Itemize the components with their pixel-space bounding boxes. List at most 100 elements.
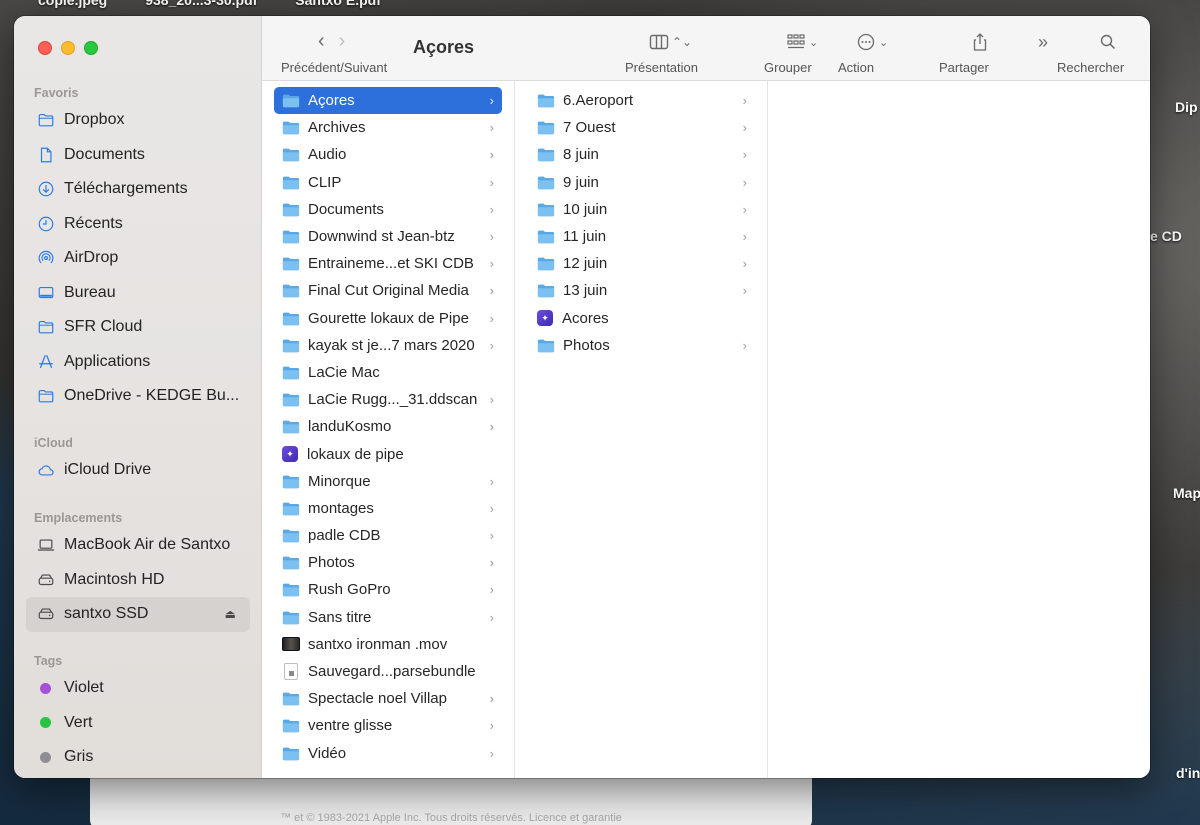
sidebar-item-airdrop[interactable]: AirDrop (14, 241, 262, 276)
eject-icon[interactable]: ⏏ (225, 607, 236, 621)
list-item[interactable]: LaCie Mac (274, 359, 502, 386)
sidebar-item-icloud-drive[interactable]: iCloud Drive (14, 453, 262, 488)
list-item[interactable]: Documents › (274, 196, 502, 223)
folder-icon (537, 202, 555, 217)
back-icon[interactable]: ‹ (318, 30, 325, 53)
sidebar-item-label: Récents (64, 214, 123, 232)
tag-color-dot-icon (40, 717, 51, 729)
desktop-file-label[interactable]: e CD (1150, 228, 1182, 244)
list-item-label: 12 juin (563, 255, 608, 273)
sidebar-item-label: iCloud Drive (64, 461, 152, 479)
chevron-right-icon: › (489, 691, 494, 707)
forward-icon[interactable]: › (339, 30, 346, 53)
desktop-file-label[interactable]: Map (1173, 485, 1200, 501)
folder-icon (282, 718, 300, 733)
folder-icon (282, 365, 300, 380)
column-3[interactable] (768, 81, 1150, 778)
list-item[interactable]: Minorque › (274, 468, 502, 495)
list-item[interactable]: CLIP › (274, 169, 502, 196)
search-button[interactable] (1098, 32, 1118, 52)
folder-icon (282, 419, 300, 434)
desktop-file-label[interactable]: 938_20...3-30.pdf (145, 0, 257, 10)
sidebar-item-bureau[interactable]: Bureau (14, 276, 262, 311)
sidebar-item-applications[interactable]: Applications (14, 345, 262, 380)
sidebar-item-macbook-air-de-santxo[interactable]: MacBook Air de Santxo (14, 528, 262, 563)
sidebar-item-santxo-ssd[interactable]: santxo SSD ⏏ (26, 597, 250, 632)
list-item[interactable]: Photos › (527, 332, 755, 359)
desktop-file-label[interactable]: Santxo E.pdf (295, 0, 381, 10)
list-item[interactable]: 8 juin › (527, 141, 755, 168)
list-item[interactable]: LaCie Rugg..._31.ddscan › (274, 386, 502, 413)
list-item[interactable]: Archives › (274, 114, 502, 141)
list-item[interactable]: montages › (274, 495, 502, 522)
about-copyright[interactable]: ™ et © 1983-2021 Apple Inc. Tous droits … (90, 812, 812, 824)
list-item[interactable]: santxo ironman .mov (274, 631, 502, 658)
list-item[interactable]: ventre glisse › (274, 712, 502, 739)
list-item[interactable]: 11 juin › (527, 223, 755, 250)
group-button[interactable]: ⌄ (786, 32, 818, 52)
tag-item[interactable]: Vert (14, 706, 262, 741)
movie-file-icon (282, 637, 300, 652)
column-2[interactable]: 6.Aeroport › 7 Ouest › 8 juin › 9 juin › 10 juin… (515, 81, 768, 778)
list-item[interactable]: Rush GoPro › (274, 576, 502, 603)
list-item[interactable]: Açores › (274, 87, 502, 115)
list-item[interactable]: Entraineme...et SKI CDB › (274, 250, 502, 277)
folder-icon (282, 338, 300, 353)
list-item[interactable]: 7 Ouest › (527, 114, 755, 141)
tag-item[interactable]: Gris (14, 740, 262, 775)
list-item[interactable]: Final Cut Original Media › (274, 277, 502, 304)
list-item-label: Vidéo (308, 744, 347, 762)
list-item[interactable]: Sans titre › (274, 604, 502, 631)
action-button[interactable]: ⌄ (856, 32, 888, 52)
list-item[interactable]: ✦ lokaux de pipe (274, 440, 502, 467)
list-item[interactable]: 12 juin › (527, 250, 755, 277)
folder-icon (282, 610, 300, 625)
chevron-right-icon: › (489, 201, 494, 217)
more-chevrons-icon[interactable]: » (1038, 32, 1048, 53)
desktop-file-label[interactable]: Dip (1175, 99, 1198, 115)
list-item[interactable]: Photos › (274, 549, 502, 576)
sidebar-item-onedrive-kedge-bu[interactable]: OneDrive - KEDGE Bu... (14, 379, 262, 414)
list-item[interactable]: 6.Aeroport › (527, 87, 755, 114)
zoom-button[interactable] (84, 41, 98, 55)
sidebar-item-label: SFR Cloud (64, 318, 143, 336)
list-item[interactable]: landuKosmo › (274, 413, 502, 440)
sidebar-item-r-cents[interactable]: Récents (14, 207, 262, 242)
list-item[interactable]: Audio › (274, 141, 502, 168)
list-item[interactable]: kayak st je...7 mars 2020 › (274, 332, 502, 359)
sidebar-item-label: Macintosh HD (64, 570, 165, 588)
list-item[interactable]: Gourette lokaux de Pipe › (274, 305, 502, 332)
folder-icon (36, 317, 56, 337)
tag-item[interactable]: Violet (14, 671, 262, 706)
list-item[interactable]: Sauvegard...parsebundle (274, 658, 502, 685)
group-grid-icon (787, 34, 805, 49)
list-item[interactable]: 10 juin › (527, 196, 755, 223)
share-button[interactable] (970, 32, 990, 52)
folder-icon (282, 501, 300, 516)
list-item[interactable]: padle CDB › (274, 522, 502, 549)
desktop-file-label[interactable]: copie.jpeg (38, 0, 107, 10)
view-mode-button[interactable]: ⌃⌄ (649, 32, 692, 52)
list-item-label: Sauvegard...parsebundle (308, 663, 476, 681)
sidebar-item-sfr-cloud[interactable]: SFR Cloud (14, 310, 262, 345)
list-item[interactable]: 9 juin › (527, 169, 755, 196)
sidebar-item-t-l-chargements[interactable]: Téléchargements (14, 172, 262, 207)
chevron-right-icon: › (489, 419, 494, 435)
list-item[interactable]: 13 juin › (527, 277, 755, 304)
chevron-down-icon: ⌄ (879, 36, 889, 49)
folder-icon (537, 175, 555, 190)
sidebar-item-dropbox[interactable]: Dropbox (14, 103, 262, 138)
list-item[interactable]: Vidéo › (274, 740, 502, 767)
close-button[interactable] (38, 41, 52, 55)
desktop-file-label[interactable]: d'in (1176, 765, 1200, 781)
sidebar-item-documents[interactable]: Documents (14, 138, 262, 173)
list-item[interactable]: ✦ Acores (527, 305, 755, 332)
column-1[interactable]: Açores › Archives › Audio › CLIP › Documents › Dow… (262, 81, 515, 778)
list-item[interactable]: Downwind st Jean-btz › (274, 223, 502, 250)
list-item[interactable]: Spectacle noel Villap › (274, 685, 502, 712)
folder-icon (282, 555, 300, 570)
minimize-button[interactable] (61, 41, 75, 55)
sidebar-item-macintosh-hd[interactable]: Macintosh HD (14, 563, 262, 598)
chevron-right-icon: › (489, 147, 494, 163)
chevron-right-icon: › (489, 174, 494, 190)
